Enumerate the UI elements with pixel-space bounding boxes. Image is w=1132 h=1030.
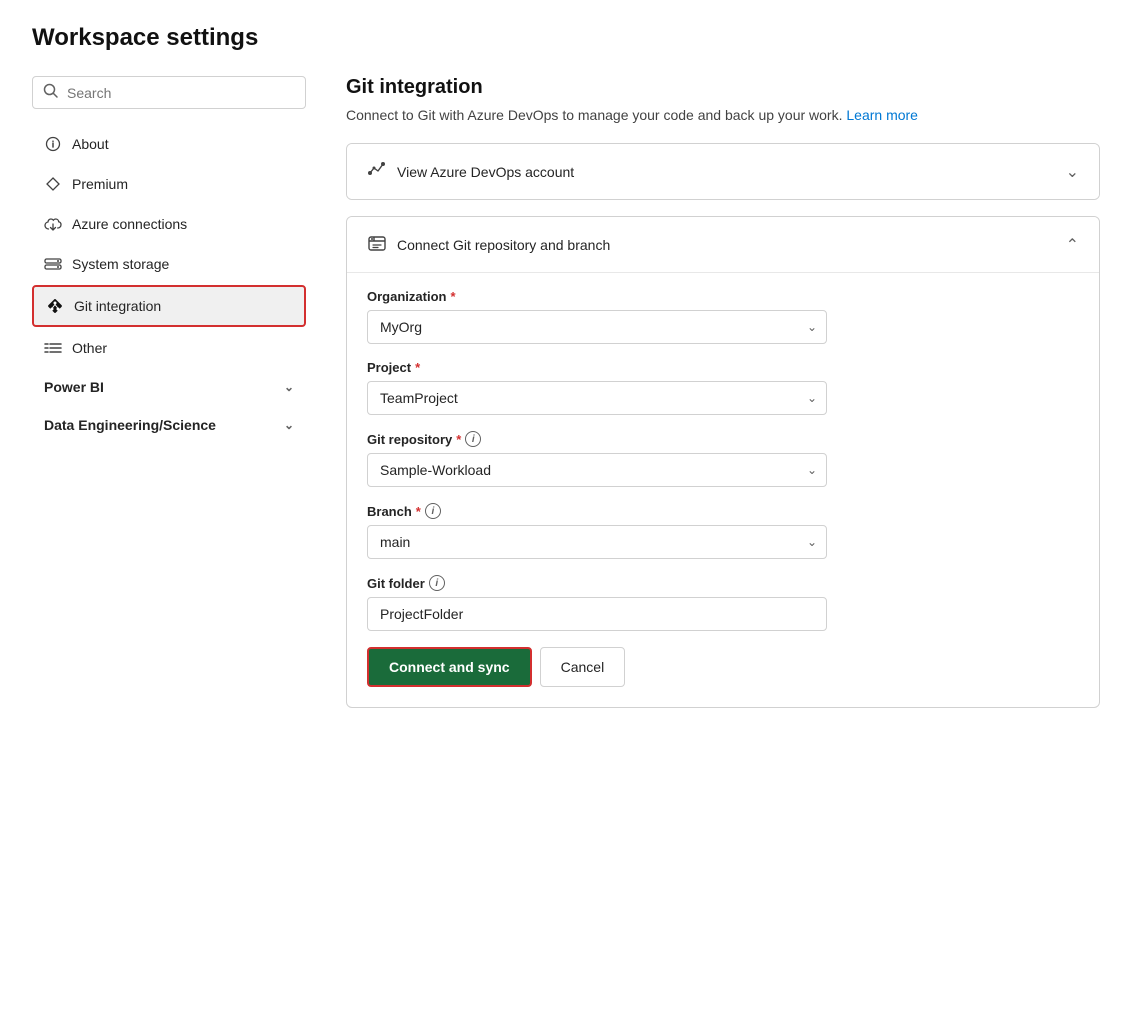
connect-repo-card-header[interactable]: Connect Git repository and branch ⌃ [347, 217, 1099, 272]
organization-select[interactable]: MyOrg [367, 310, 827, 344]
search-icon [43, 83, 59, 102]
sidebar-item-git-integration[interactable]: Git integration [32, 285, 306, 327]
power-bi-chevron-icon: ⌄ [284, 380, 294, 394]
repo-icon [367, 233, 387, 256]
project-select[interactable]: TeamProject [367, 381, 827, 415]
git-repository-select-wrapper: Sample-Workload ⌄ [367, 453, 827, 487]
view-devops-header-left: View Azure DevOps account [367, 160, 574, 183]
button-row: Connect and sync Cancel [367, 647, 1079, 687]
learn-more-link[interactable]: Learn more [846, 107, 918, 123]
info-circle-icon [44, 135, 62, 153]
organization-label: Organization * [367, 289, 1079, 304]
branch-select[interactable]: main [367, 525, 827, 559]
project-required-star: * [415, 360, 420, 375]
list-icon [44, 339, 62, 357]
organization-required-star: * [450, 289, 455, 304]
sidebar-item-system-storage[interactable]: System storage [32, 245, 306, 283]
search-box[interactable] [32, 76, 306, 109]
git-repository-info-icon[interactable]: i [465, 431, 481, 447]
connect-repo-card-body: Organization * MyOrg ⌄ Pro [347, 272, 1099, 707]
sidebar-item-about-label: About [72, 136, 109, 152]
sidebar-item-azure-connections[interactable]: Azure connections [32, 205, 306, 243]
sidebar-item-about[interactable]: About [32, 125, 306, 163]
organization-select-wrapper: MyOrg ⌄ [367, 310, 827, 344]
main-content: Git integration Connect to Git with Azur… [322, 76, 1100, 724]
project-label: Project * [367, 360, 1079, 375]
sidebar-item-azure-connections-label: Azure connections [72, 216, 187, 232]
git-folder-input[interactable] [367, 597, 827, 631]
project-field-group: Project * TeamProject ⌄ [367, 360, 1079, 415]
git-folder-info-icon[interactable]: i [429, 575, 445, 591]
organization-field-group: Organization * MyOrg ⌄ [367, 289, 1079, 344]
section-desc-text: Connect to Git with Azure DevOps to mana… [346, 107, 842, 123]
sidebar-section-data-engineering[interactable]: Data Engineering/Science ⌄ [32, 407, 306, 443]
view-devops-card-header[interactable]: View Azure DevOps account ⌄ [347, 144, 1099, 199]
sidebar-section-power-bi-label: Power BI [44, 379, 104, 395]
page-container: Workspace settings [0, 0, 1132, 1030]
git-repository-field-group: Git repository * i Sample-Workload ⌄ [367, 431, 1079, 487]
search-input[interactable] [67, 85, 295, 101]
git-folder-field-group: Git folder i [367, 575, 1079, 631]
git-repository-required-star: * [456, 432, 461, 447]
connect-and-sync-button[interactable]: Connect and sync [367, 647, 532, 687]
git-folder-label: Git folder i [367, 575, 1079, 591]
sidebar-item-premium[interactable]: Premium [32, 165, 306, 203]
view-devops-card: View Azure DevOps account ⌄ [346, 143, 1100, 200]
diamond-icon [44, 175, 62, 193]
git-integration-title: Git integration [346, 76, 1100, 99]
branch-required-star: * [416, 504, 421, 519]
data-engineering-chevron-icon: ⌄ [284, 418, 294, 432]
connect-repo-chevron-icon: ⌃ [1066, 235, 1079, 255]
branch-info-icon[interactable]: i [425, 503, 441, 519]
sidebar-item-system-storage-label: System storage [72, 256, 169, 272]
cloud-icon [44, 215, 62, 233]
branch-field-group: Branch * i main ⌄ [367, 503, 1079, 559]
view-devops-title: View Azure DevOps account [397, 164, 574, 180]
branch-label: Branch * i [367, 503, 1079, 519]
devops-icon [367, 160, 387, 183]
page-title: Workspace settings [32, 24, 1100, 52]
connect-repo-card: Connect Git repository and branch ⌃ Orga… [346, 216, 1100, 708]
sidebar-item-other-label: Other [72, 340, 107, 356]
sidebar-section-power-bi[interactable]: Power BI ⌄ [32, 369, 306, 405]
storage-icon [44, 255, 62, 273]
git-icon [46, 297, 64, 315]
project-select-wrapper: TeamProject ⌄ [367, 381, 827, 415]
connect-repo-header-left: Connect Git repository and branch [367, 233, 610, 256]
connect-repo-title: Connect Git repository and branch [397, 237, 610, 253]
view-devops-chevron-icon: ⌄ [1066, 162, 1079, 182]
sidebar: About Premium Azure connections [32, 76, 322, 724]
sidebar-item-git-integration-label: Git integration [74, 298, 161, 314]
sidebar-section-data-engineering-label: Data Engineering/Science [44, 417, 216, 433]
sidebar-item-premium-label: Premium [72, 176, 128, 192]
section-description: Connect to Git with Azure DevOps to mana… [346, 107, 1100, 123]
git-repository-label: Git repository * i [367, 431, 1079, 447]
git-repository-select[interactable]: Sample-Workload [367, 453, 827, 487]
content-area: About Premium Azure connections [32, 76, 1100, 724]
branch-select-wrapper: main ⌄ [367, 525, 827, 559]
cancel-button[interactable]: Cancel [540, 647, 626, 687]
sidebar-item-other[interactable]: Other [32, 329, 306, 367]
